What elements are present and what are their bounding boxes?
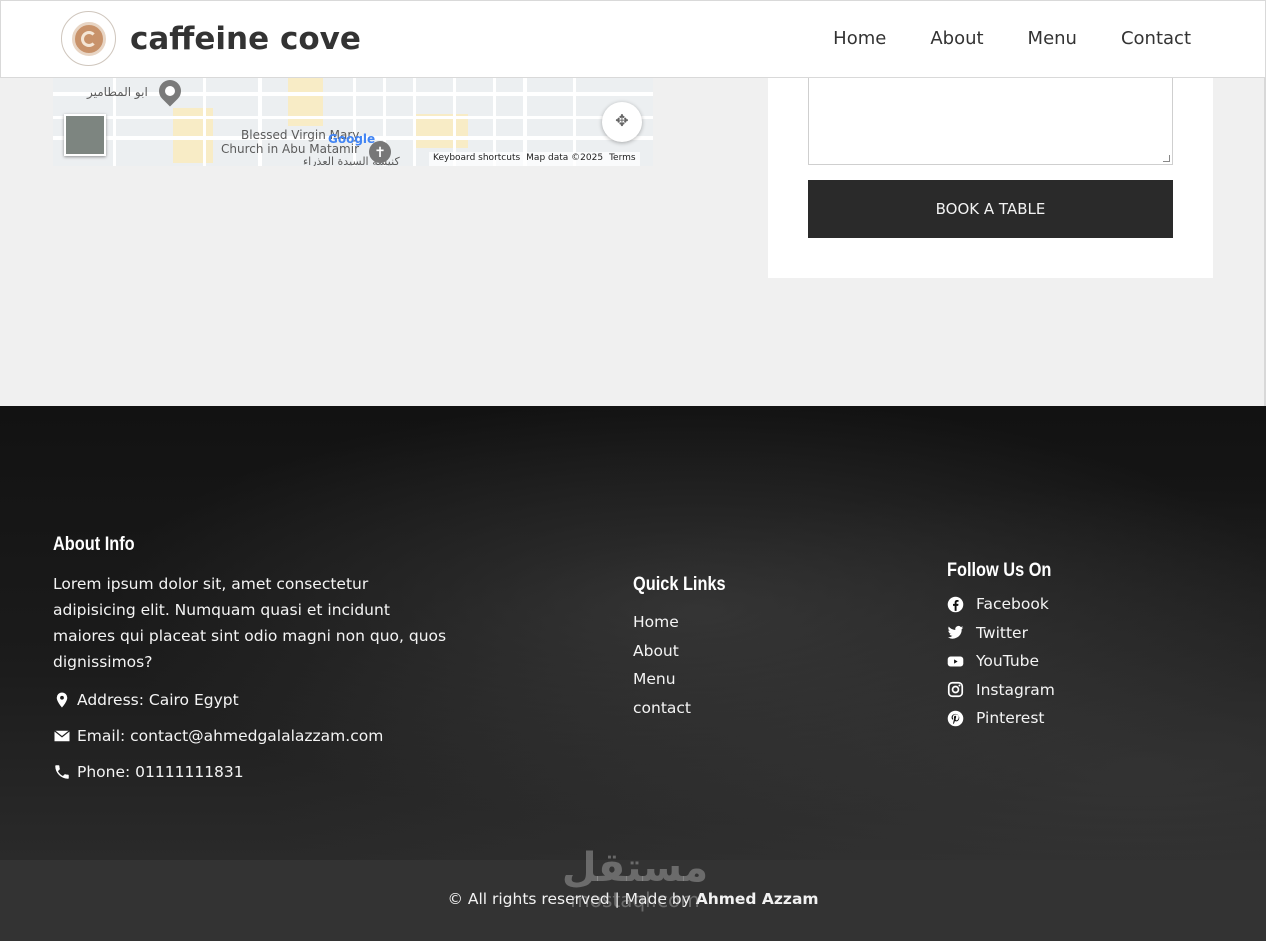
location-map[interactable]: ابو المطامير Blessed Virgin Mary Church … — [53, 78, 653, 166]
social-pinterest[interactable]: Pinterest — [947, 704, 1068, 733]
facebook-label: Facebook — [976, 595, 1049, 614]
nav-about[interactable]: About — [930, 28, 983, 49]
author-name[interactable]: Ahmed Azzam — [696, 890, 819, 908]
resize-handle-icon[interactable] — [1163, 155, 1170, 162]
envelope-icon — [54, 730, 70, 742]
follow-us-section: Follow Us On Facebook Twitter YouTube In… — [947, 560, 1068, 733]
book-table-button[interactable]: BOOK A TABLE — [808, 180, 1173, 238]
instagram-icon — [947, 682, 964, 698]
map-pin-icon[interactable] — [154, 78, 186, 107]
map-data-text: Map data ©2025 — [526, 153, 604, 163]
map-attribution: Keyboard shortcuts Map data ©2025 Terms — [429, 152, 640, 166]
map-pan-control-icon[interactable]: ✥ — [602, 102, 642, 142]
address-text: Address: Cairo Egypt — [77, 691, 239, 709]
quick-links-heading: Quick Links — [633, 574, 726, 595]
quick-link-contact[interactable]: contact — [633, 694, 741, 723]
twitter-label: Twitter — [976, 623, 1028, 642]
map-label-area: ابو المطامير — [87, 85, 148, 99]
location-icon — [56, 692, 68, 708]
phone-icon — [55, 765, 69, 779]
copyright-bar: © All rights reserved | Made by Ahmed Az… — [0, 860, 1266, 941]
booking-card: BOOK A TABLE — [768, 78, 1213, 278]
about-info-section: About Info Lorem ipsum dolor sit, amet c… — [53, 534, 453, 785]
facebook-icon — [947, 596, 964, 613]
keyboard-shortcuts-link[interactable]: Keyboard shortcuts — [433, 153, 520, 165]
email-row: Email: contact@ahmedgalalazzam.com — [53, 723, 453, 749]
about-info-text: Lorem ipsum dolor sit, amet consectetur … — [53, 575, 447, 671]
brand-logo[interactable]: caffeine cove — [61, 11, 361, 66]
brand-name: caffeine cove — [130, 20, 361, 57]
quick-link-menu[interactable]: Menu — [633, 665, 741, 694]
address-row: Address: Cairo Egypt — [53, 687, 453, 713]
follow-us-heading: Follow Us On — [947, 560, 1052, 581]
twitter-icon — [947, 626, 964, 639]
copyright-prefix: © All rights reserved | Made by — [447, 890, 696, 908]
main-nav: Home About Menu Contact — [833, 28, 1191, 49]
coffee-cup-icon — [61, 11, 116, 66]
quick-link-home[interactable]: Home — [633, 608, 741, 637]
social-instagram[interactable]: Instagram — [947, 676, 1068, 705]
email-text[interactable]: Email: contact@ahmedgalalazzam.com — [77, 727, 383, 745]
phone-text: Phone: 01111111831 — [77, 763, 244, 781]
social-twitter[interactable]: Twitter — [947, 619, 1068, 648]
message-textarea[interactable] — [808, 78, 1173, 165]
social-youtube[interactable]: YouTube — [947, 647, 1068, 676]
church-icon[interactable]: ✝ — [369, 141, 391, 163]
quick-link-about[interactable]: About — [633, 637, 741, 666]
nav-menu[interactable]: Menu — [1028, 28, 1077, 49]
youtube-label: YouTube — [976, 652, 1040, 671]
nav-contact[interactable]: Contact — [1121, 28, 1191, 49]
about-info-heading: About Info — [53, 534, 135, 555]
social-facebook[interactable]: Facebook — [947, 590, 1068, 619]
youtube-icon — [947, 656, 964, 667]
instagram-label: Instagram — [976, 680, 1055, 699]
terms-link[interactable]: Terms — [609, 153, 636, 165]
site-footer: About Info Lorem ipsum dolor sit, amet c… — [0, 406, 1266, 860]
map-layer-thumbnail[interactable] — [64, 114, 106, 156]
phone-row: Phone: 01111111831 — [53, 759, 453, 785]
google-logo: Google — [328, 132, 376, 146]
copyright-text: © All rights reserved | Made by Ahmed Az… — [0, 890, 1266, 908]
pinterest-icon — [947, 710, 964, 727]
site-header: caffeine cove Home About Menu Contact — [0, 0, 1266, 78]
quick-links-section: Quick Links Home About Menu contact — [633, 574, 741, 722]
pinterest-label: Pinterest — [976, 709, 1045, 728]
nav-home[interactable]: Home — [833, 28, 886, 49]
